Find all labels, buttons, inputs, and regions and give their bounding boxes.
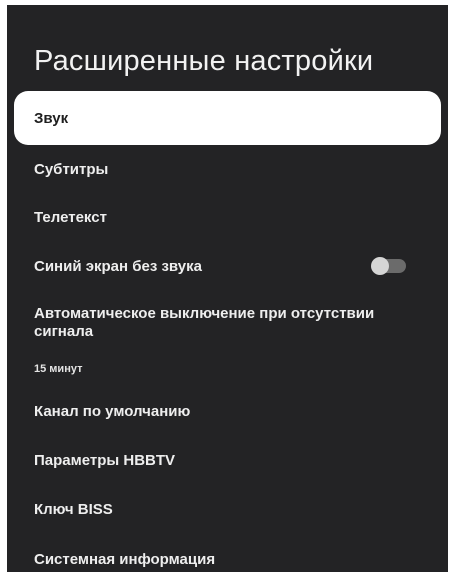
menu-item-label: Автоматическое выключение при отсутствии…	[34, 305, 375, 340]
menu-item-subtitles[interactable]: Субтитры	[14, 149, 441, 189]
menu-item-hbbtv[interactable]: Параметры HBBTV	[14, 440, 441, 480]
menu-item-label: Синий экран без звука	[34, 257, 202, 275]
menu-item-biss-key[interactable]: Ключ BISS	[14, 489, 441, 529]
menu-item-label: Телетекст	[34, 208, 107, 226]
menu-item-label: Канал по умолчанию	[34, 402, 191, 420]
settings-panel: Расширенные настройки Звук Субтитры Теле…	[7, 5, 448, 572]
menu-item-teletext[interactable]: Телетекст	[14, 197, 441, 237]
menu-item-default-channel[interactable]: Канал по умолчанию	[14, 391, 441, 431]
menu-item-label: Системная информация	[34, 550, 216, 568]
menu-item-label: Ключ BISS	[34, 500, 113, 518]
page-title: Расширенные настройки	[34, 45, 374, 77]
menu-item-system-info[interactable]: Системная информация	[14, 539, 441, 572]
menu-item-label: Звук	[34, 109, 69, 127]
menu-item-label: Субтитры	[34, 160, 109, 178]
menu-item-value: 15 минут	[34, 363, 83, 375]
menu-item-auto-power-off[interactable]: Автоматическое выключение при отсутствии…	[14, 305, 441, 375]
blue-screen-toggle[interactable]	[371, 257, 406, 275]
menu-item-blue-screen[interactable]: Синий экран без звука	[14, 246, 441, 286]
menu-item-sound[interactable]: Звук	[14, 91, 441, 145]
menu-item-label: Параметры HBBTV	[34, 451, 176, 469]
toggle-knob	[371, 257, 389, 275]
